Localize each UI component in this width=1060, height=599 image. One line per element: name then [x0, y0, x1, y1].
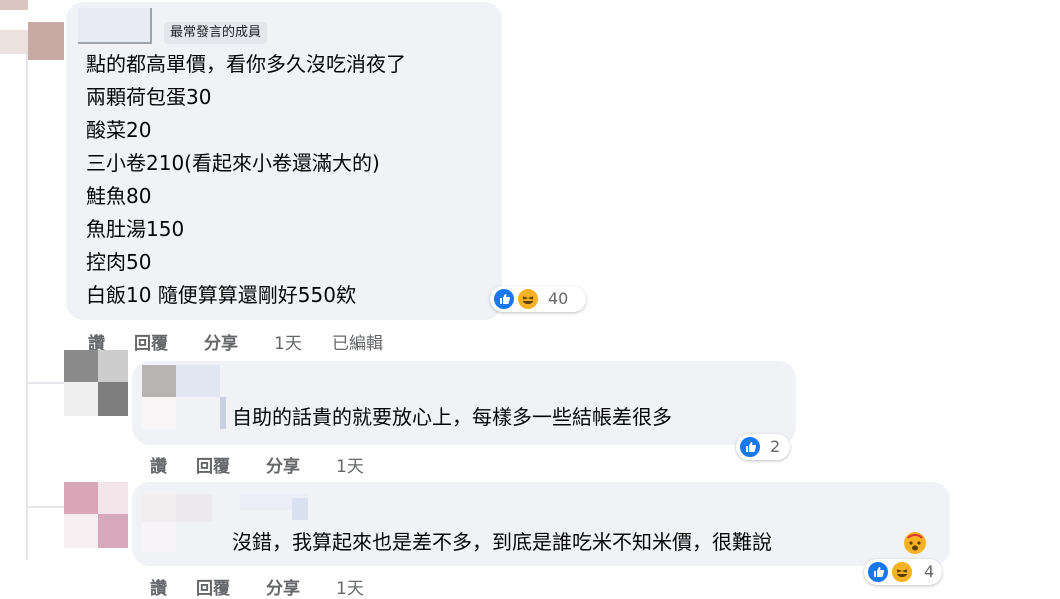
like-button[interactable]: 讚	[150, 574, 167, 599]
reply-button[interactable]: 回覆	[196, 574, 230, 599]
thread-branch-2	[28, 506, 64, 508]
reaction-count: 4	[924, 562, 935, 581]
reaction-summary[interactable]: 4	[864, 559, 942, 585]
author-name[interactable]	[142, 365, 226, 429]
reply-button[interactable]: 回覆	[134, 329, 168, 354]
avatar[interactable]	[64, 350, 128, 416]
comment-line: 鮭魚80	[86, 184, 152, 208]
like-reaction-icon	[492, 287, 516, 311]
like-reaction-icon	[738, 435, 762, 459]
reply-text: 自助的話貴的就要放心上，每樣多一些結帳差很多	[232, 405, 672, 429]
comment-line: 白飯10 隨便算算還剛好550欸	[86, 283, 356, 307]
avatar[interactable]	[0, 0, 70, 60]
share-button[interactable]: 分享	[266, 452, 300, 477]
comment-text: 點的都高單價，看你多久沒吃消夜了 兩顆荷包蛋30 酸菜20 三小卷210(看起來…	[86, 48, 496, 318]
reply-actions: 讚 回覆 分享 1天	[150, 452, 410, 477]
author-name-divider	[150, 8, 152, 44]
timestamp[interactable]: 1天	[274, 329, 302, 354]
share-button[interactable]: 分享	[204, 329, 238, 354]
comment-bubble: 最常發言的成員 點的都高單價，看你多久沒吃消夜了 兩顆荷包蛋30 酸菜20 三小…	[66, 2, 502, 320]
exploding-head-emoji	[904, 532, 926, 554]
edited-label[interactable]: 已編輯	[332, 329, 383, 354]
reaction-count: 40	[548, 289, 569, 308]
author-name[interactable]	[78, 8, 150, 44]
timestamp[interactable]: 1天	[336, 574, 364, 599]
comment-line: 控肉50	[86, 250, 152, 274]
thread-branch-1	[28, 382, 64, 384]
reaction-summary[interactable]: 2	[736, 434, 790, 460]
avatar[interactable]	[64, 482, 128, 548]
comment-actions: 讚 回覆 分享 1天 已編輯	[88, 329, 418, 354]
top-contributor-badge[interactable]: 最常發言的成員	[164, 22, 268, 44]
comment-line: 點的都高單價，看你多久沒吃消夜了	[86, 52, 406, 76]
comment-line: 魚肚湯150	[86, 217, 185, 241]
reply-bubble: 自助的話貴的就要放心上，每樣多一些結帳差很多	[132, 361, 796, 445]
reaction-count: 2	[770, 437, 781, 456]
reply-bubble: 沒錯，我算起來也是差不多，到底是誰吃米不知米價，很難說	[132, 482, 950, 566]
like-button[interactable]: 讚	[150, 452, 167, 477]
reply-actions: 讚 回覆 分享 1天	[150, 574, 410, 599]
reply-button[interactable]: 回覆	[196, 452, 230, 477]
reaction-summary[interactable]: 40	[490, 286, 586, 312]
reply-text: 沒錯，我算起來也是差不多，到底是誰吃米不知米價，很難說	[232, 530, 772, 554]
thread-line	[26, 40, 28, 560]
comment-line: 三小卷210(看起來小卷還滿大的)	[86, 151, 380, 175]
haha-reaction-icon	[516, 287, 540, 311]
haha-reaction-icon	[890, 560, 914, 584]
like-reaction-icon	[866, 560, 890, 584]
share-button[interactable]: 分享	[266, 574, 300, 599]
comment-line: 酸菜20	[86, 118, 152, 142]
comment-line: 兩顆荷包蛋30	[86, 85, 212, 109]
timestamp[interactable]: 1天	[336, 452, 364, 477]
